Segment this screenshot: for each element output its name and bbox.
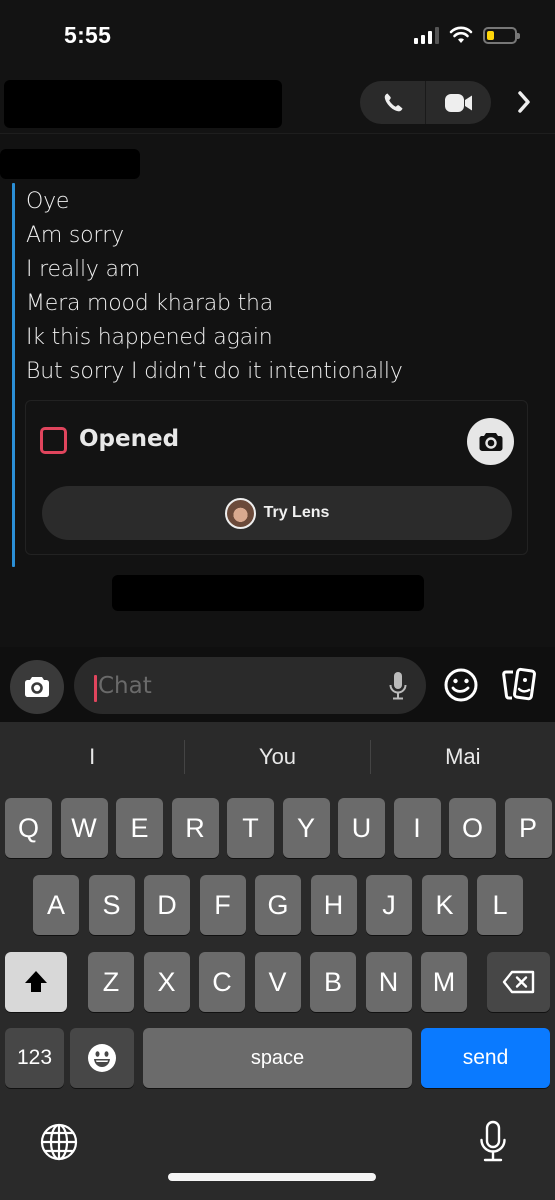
letter-key[interactable]: Y <box>282 798 330 858</box>
status-time: 5:55 <box>64 22 112 48</box>
letter-key[interactable]: R <box>171 798 219 858</box>
dictation-key[interactable] <box>478 1120 508 1169</box>
suggestion-item[interactable]: I <box>0 744 184 770</box>
letter-key[interactable]: G <box>255 875 301 935</box>
letter-key[interactable]: O <box>449 798 496 858</box>
try-lens-button[interactable]: Try Lens <box>42 486 512 540</box>
letter-key[interactable]: K <box>421 875 468 935</box>
wifi-icon <box>449 26 473 43</box>
message: Ik this happened again <box>26 325 273 350</box>
memories-button[interactable] <box>500 667 540 708</box>
emoji-icon <box>88 1044 116 1072</box>
camera-icon <box>25 677 49 697</box>
message-group: Oye Am sorry I really am Mera mood khara… <box>26 185 403 389</box>
sticker-button[interactable] <box>443 667 479 708</box>
letter-key[interactable]: H <box>310 875 357 935</box>
message: Oye <box>26 189 70 214</box>
phone-icon <box>384 93 402 111</box>
backspace-key[interactable] <box>487 952 550 1012</box>
smiley-icon <box>444 668 478 702</box>
letter-key[interactable]: T <box>227 798 274 858</box>
lens-avatar <box>224 497 256 529</box>
voice-call-button[interactable] <box>360 81 425 124</box>
reply-camera-button[interactable] <box>467 418 514 465</box>
microphone-icon <box>480 1120 506 1162</box>
letter-key[interactable]: Z <box>88 952 134 1012</box>
letter-key[interactable]: N <box>365 952 412 1012</box>
call-controls <box>360 81 491 124</box>
signal-icon <box>414 26 439 44</box>
snap-status: Opened <box>79 426 180 452</box>
video-camera-icon <box>444 93 472 112</box>
letter-key[interactable]: D <box>144 875 190 935</box>
home-indicator[interactable] <box>168 1173 376 1181</box>
chat-input-container <box>74 657 426 714</box>
letter-key[interactable]: V <box>254 952 301 1012</box>
chat-input[interactable] <box>96 657 376 714</box>
letter-key[interactable]: X <box>143 952 190 1012</box>
emoji-key[interactable] <box>70 1028 134 1088</box>
message: I really am <box>26 257 141 282</box>
camera-icon <box>479 432 502 451</box>
letter-key[interactable]: M <box>421 952 467 1012</box>
letter-key[interactable]: U <box>338 798 385 858</box>
footer-redacted <box>112 575 424 611</box>
cards-icon <box>502 667 536 701</box>
send-key[interactable]: send <box>421 1028 550 1088</box>
voice-note-button[interactable] <box>388 671 408 706</box>
suggestion-item[interactable]: You <box>185 744 369 770</box>
letter-key[interactable]: S <box>88 875 135 935</box>
status-icons <box>414 26 520 44</box>
letter-key[interactable]: F <box>199 875 246 935</box>
message: Am sorry <box>26 223 124 248</box>
letter-key[interactable]: B <box>310 952 356 1012</box>
letter-key[interactable]: C <box>199 952 245 1012</box>
letter-key[interactable]: P <box>504 798 552 858</box>
suggestion-bar: I You Mai <box>0 722 555 792</box>
letter-key[interactable]: Q <box>5 798 52 858</box>
shift-arrow-icon <box>25 971 47 992</box>
suggestion-item[interactable]: Mai <box>371 744 555 770</box>
letter-key[interactable]: E <box>116 798 163 858</box>
numbers-key[interactable]: 123 <box>5 1028 64 1088</box>
snap-card[interactable]: Opened Try Lens <box>25 400 528 555</box>
space-key[interactable]: space <box>143 1028 412 1088</box>
conversation-area: Oye Am sorry I really am Mera mood khara… <box>0 135 555 647</box>
globe-key[interactable] <box>39 1122 79 1167</box>
sender-accent-bar <box>12 183 15 567</box>
opened-snap-icon <box>40 427 67 454</box>
letter-key[interactable]: W <box>60 798 108 858</box>
keyboard: I You Mai QWERTYUIOPASDFGHJKLZXCVBNM 123… <box>0 722 555 1200</box>
globe-icon <box>40 1123 78 1161</box>
letter-key[interactable]: J <box>366 875 412 935</box>
try-lens-label: Try Lens <box>263 504 330 521</box>
backspace-icon <box>502 970 534 994</box>
shift-key[interactable] <box>5 952 67 1012</box>
chevron-right-icon[interactable] <box>510 88 538 116</box>
contact-name-redacted[interactable] <box>4 80 282 128</box>
status-bar: 5:55 <box>0 0 555 70</box>
message: Mera mood kharab tha <box>26 291 274 316</box>
microphone-icon <box>389 672 407 700</box>
battery-icon <box>483 26 520 44</box>
chat-input-bar <box>0 647 555 722</box>
camera-button[interactable] <box>10 660 64 714</box>
message: But sorry I didn’t do it intentionally <box>26 359 403 384</box>
letter-key[interactable]: I <box>393 798 441 858</box>
sender-name-redacted <box>0 149 140 179</box>
chat-header <box>0 70 555 134</box>
letter-key[interactable]: L <box>477 875 523 935</box>
letter-key[interactable]: A <box>33 875 79 935</box>
video-call-button[interactable] <box>426 81 491 124</box>
